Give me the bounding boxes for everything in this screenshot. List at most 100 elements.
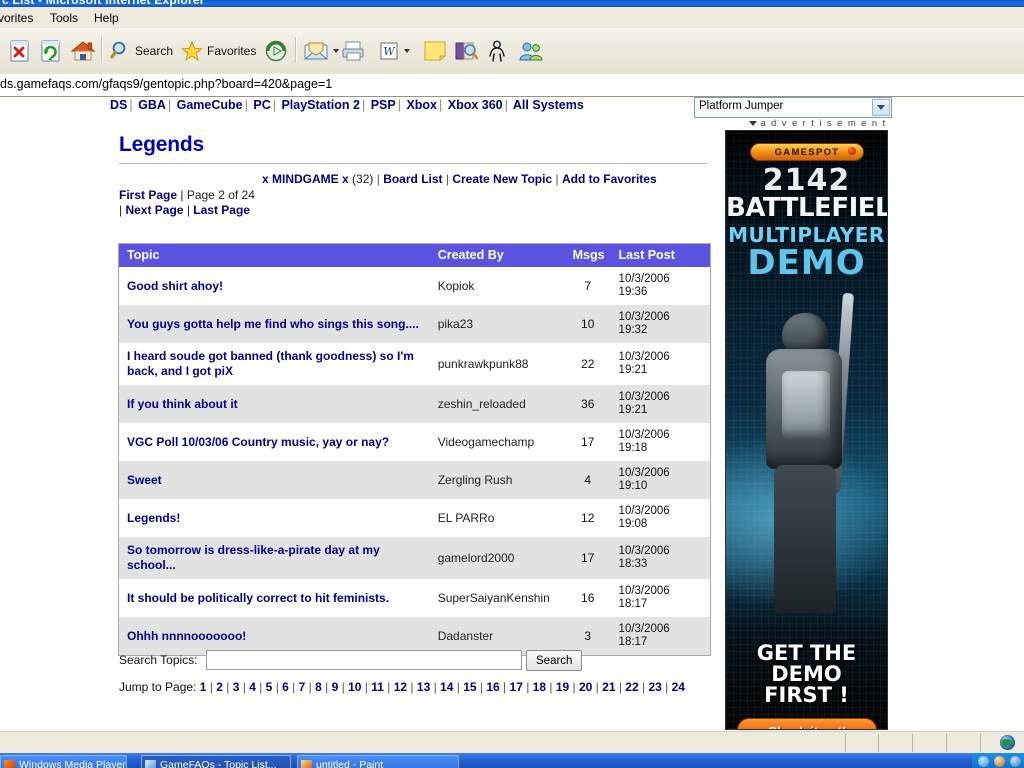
sitenav-gba[interactable]: GBA	[138, 98, 166, 112]
jump-page-17[interactable]: 17	[510, 680, 523, 694]
topic-link[interactable]: VGC Poll 10/03/06 Country music, yay or …	[119, 423, 430, 461]
jump-page-10[interactable]: 10	[348, 680, 361, 694]
topic-author[interactable]: zeshin_reloaded	[429, 385, 563, 423]
platform-jumper-select[interactable]: Platform Jumper	[694, 97, 892, 118]
jump-page-12[interactable]: 12	[394, 680, 407, 694]
table-row[interactable]: So tomorrow is dress-like-a-pirate day a…	[119, 537, 710, 579]
jump-page-16[interactable]: 16	[486, 680, 499, 694]
advertisement-banner[interactable]: GAMESPOT 2142 BATTLEFIELD MULTIPLAYER DE…	[725, 130, 888, 730]
address-bar[interactable]: ds.gamefaqs.com/gfaqs9/gentopic.php?boar…	[0, 74, 1024, 97]
topic-author[interactable]: Videogamechamp	[430, 423, 563, 461]
ad-cta-button[interactable]: Check it out!	[737, 718, 877, 729]
menu-item-tools[interactable]: Tools	[44, 10, 84, 26]
stop-button[interactable]	[7, 33, 33, 69]
sitenav-gamecube[interactable]: GameCube	[177, 98, 243, 112]
jump-page-18[interactable]: 18	[533, 680, 546, 694]
sitenav-xbox360[interactable]: Xbox 360	[448, 98, 503, 112]
edit-dropdown-arrow[interactable]	[404, 49, 410, 53]
create-new-topic-link[interactable]: Create New Topic	[452, 172, 552, 186]
taskbar-button-gamefaqs[interactable]: GameFAQs - Topic List...	[141, 755, 291, 768]
topic-link[interactable]: I heard soude got banned (thank goodness…	[119, 343, 430, 385]
search-submit-button[interactable]: Search	[526, 650, 583, 671]
messenger-contacts-button[interactable]	[518, 33, 544, 69]
home-button[interactable]	[69, 33, 97, 69]
jump-page-15[interactable]: 15	[463, 680, 476, 694]
topic-link[interactable]: It should be politically correct to hit …	[119, 579, 430, 617]
search-button[interactable]: Search	[110, 33, 173, 69]
last-page-link[interactable]: Last Page	[193, 203, 250, 217]
jump-page-21[interactable]: 21	[602, 680, 615, 694]
topic-author[interactable]: pika23	[429, 305, 563, 343]
favorites-button[interactable]: Favorites	[180, 33, 256, 69]
taskbar-button-paint[interactable]: untitled - Paint	[297, 755, 459, 768]
topic-link[interactable]: So tomorrow is dress-like-a-pirate day a…	[119, 537, 430, 579]
jump-page-8[interactable]: 8	[315, 680, 322, 694]
media-button[interactable]	[264, 33, 288, 69]
sitenav-playstation2[interactable]: PlayStation 2	[281, 98, 360, 112]
topic-link[interactable]: If you think about it	[119, 385, 430, 423]
search-input[interactable]	[206, 650, 522, 670]
topic-link[interactable]: You guys gotta help me find who sings th…	[119, 305, 430, 343]
mail-button[interactable]	[303, 33, 339, 69]
add-to-favorites-link[interactable]: Add to Favorites	[562, 172, 657, 186]
menu-item-favorites[interactable]: vorites	[0, 10, 39, 26]
jump-page-19[interactable]: 19	[556, 680, 569, 694]
topic-author[interactable]: Kopiok	[430, 267, 563, 305]
jump-page-20[interactable]: 20	[579, 680, 592, 694]
next-page-link[interactable]: Next Page	[125, 203, 183, 217]
board-list-link[interactable]: Board List	[383, 172, 442, 186]
jump-page-11[interactable]: 11	[371, 680, 384, 694]
topic-link[interactable]: Legends!	[119, 499, 430, 537]
jump-page-23[interactable]: 23	[648, 680, 661, 694]
column-header-last-post[interactable]: Last Post	[612, 244, 710, 267]
notes-button[interactable]	[422, 33, 448, 69]
jump-page-22[interactable]: 22	[625, 680, 638, 694]
tray-icon-2[interactable]	[994, 756, 1005, 767]
menu-item-help[interactable]: Help	[88, 10, 125, 26]
tray-icon-3[interactable]	[1010, 756, 1021, 767]
sitenav-allsystems[interactable]: All Systems	[513, 98, 584, 112]
topic-author[interactable]: Zergling Rush	[429, 461, 563, 499]
topic-author[interactable]: gamelord2000	[429, 537, 563, 579]
username-link[interactable]: x MINDGAME x	[262, 172, 349, 186]
table-row[interactable]: You guys gotta help me find who sings th…	[119, 305, 710, 343]
jump-page-2[interactable]: 2	[216, 680, 223, 694]
jump-page-24[interactable]: 24	[672, 680, 685, 694]
topic-author[interactable]: punkrawkpunk88	[430, 343, 563, 385]
research-button[interactable]	[453, 33, 479, 69]
topic-link[interactable]: Sweet	[119, 461, 430, 499]
print-button[interactable]	[340, 33, 366, 69]
topic-msg-count: 17	[581, 435, 595, 449]
refresh-button[interactable]	[38, 33, 64, 69]
edit-word-button[interactable]: W	[378, 33, 410, 69]
messenger-person-button[interactable]	[485, 33, 509, 69]
table-row[interactable]: Sweet Zergling Rush 4 10/3/2006 19:10	[119, 461, 710, 499]
tray-icon-1[interactable]	[978, 756, 989, 767]
first-page-link[interactable]: First Page	[119, 188, 177, 202]
column-header-created-by[interactable]: Created By	[429, 244, 563, 267]
column-header-msgs[interactable]: Msgs	[562, 244, 613, 267]
taskbar-button-media-player[interactable]: Windows Media Player	[0, 755, 127, 768]
jump-page-14[interactable]: 14	[440, 680, 453, 694]
table-row[interactable]: If you think about it zeshin_reloaded 36…	[119, 385, 710, 423]
table-row[interactable]: I heard soude got banned (thank goodness…	[119, 343, 710, 385]
sitenav-psp[interactable]: PSP	[371, 98, 396, 112]
table-row[interactable]: It should be politically correct to hit …	[119, 579, 710, 617]
topic-author[interactable]: EL PARRo	[430, 499, 563, 537]
topic-author[interactable]: SuperSaiyanKenshin	[430, 579, 563, 617]
jump-page-4[interactable]: 4	[249, 680, 256, 694]
mail-dropdown-arrow[interactable]	[333, 49, 339, 53]
chevron-down-icon[interactable]	[872, 99, 890, 116]
sitenav-ds[interactable]: DS	[110, 98, 127, 112]
table-row[interactable]: Legends! EL PARRo 12 10/3/2006 19:08	[119, 499, 710, 537]
jump-page-13[interactable]: 13	[417, 680, 430, 694]
sitenav-pc[interactable]: PC	[253, 98, 270, 112]
table-row[interactable]: Good shirt ahoy! Kopiok 7 10/3/2006 19:36	[119, 267, 710, 305]
topic-link[interactable]: Good shirt ahoy!	[119, 267, 430, 305]
column-header-topic[interactable]: Topic	[119, 244, 430, 267]
sitenav-xbox[interactable]: Xbox	[406, 98, 437, 112]
table-row[interactable]: VGC Poll 10/03/06 Country music, yay or …	[119, 423, 710, 461]
address-text[interactable]: ds.gamefaqs.com/gfaqs9/gentopic.php?boar…	[0, 77, 332, 91]
jump-page-6[interactable]: 6	[282, 680, 289, 694]
board-page-nav: First Page | Page 2 of 24 | Next Page | …	[119, 188, 255, 217]
